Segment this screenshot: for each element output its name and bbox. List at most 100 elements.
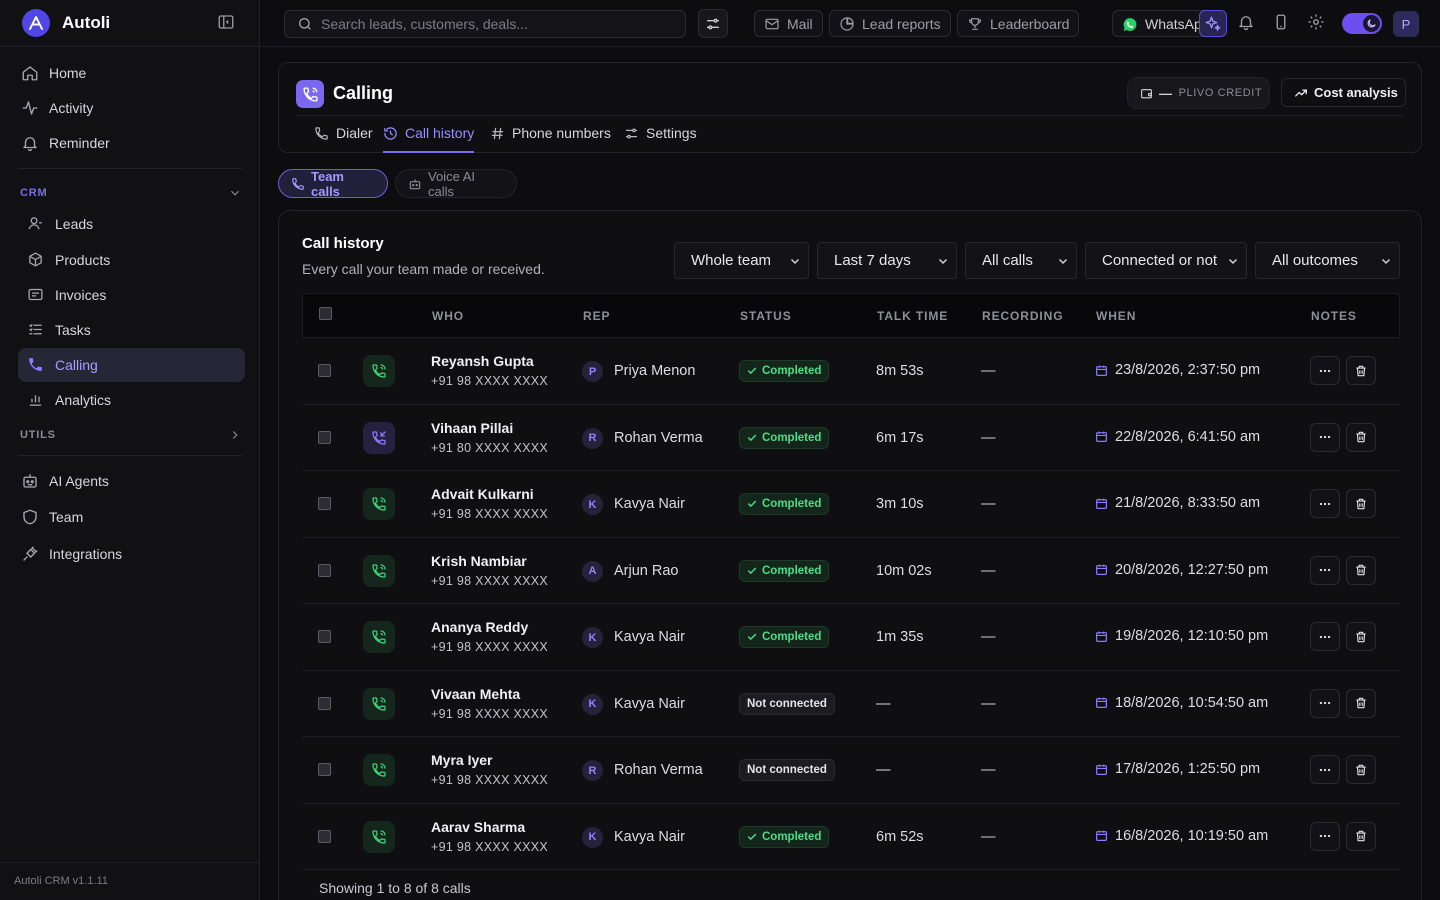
column-header-rep[interactable]: REP <box>583 309 610 323</box>
trophy-icon <box>967 16 983 32</box>
table-row[interactable]: Vihaan Pillai +91 80 XXXX XXXX R Rohan V… <box>302 405 1400 471</box>
sidebar-item-leads[interactable]: Leads <box>18 207 245 241</box>
column-header-notes[interactable]: NOTES <box>1311 309 1357 323</box>
column-header-who[interactable]: WHO <box>432 309 464 323</box>
filter-button[interactable] <box>698 9 728 38</box>
sidebar-collapse-icon[interactable] <box>217 13 237 33</box>
sidebar-item-label: Team <box>49 509 84 525</box>
sidebar-item-reminder[interactable]: Reminder <box>18 126 245 160</box>
search-input[interactable] <box>321 16 681 32</box>
row-checkbox[interactable] <box>318 563 331 577</box>
theme-toggle[interactable] <box>1342 13 1382 34</box>
mobile-device-icon[interactable] <box>1272 13 1292 33</box>
row-checkbox[interactable] <box>318 829 331 843</box>
filter-outcome-select[interactable]: All outcomes <box>1255 242 1400 279</box>
contact-name[interactable]: Aarav Sharma <box>431 819 525 835</box>
table-row[interactable]: Advait Kulkarni +91 98 XXXX XXXX K Kavya… <box>302 471 1400 538</box>
more-options-button[interactable] <box>1310 555 1340 585</box>
chevron-down-icon <box>228 186 242 200</box>
tab-phone-numbers[interactable]: Phone numbers <box>490 125 611 153</box>
status-text: Completed <box>762 498 822 510</box>
talk-time: 8m 53s <box>876 363 924 379</box>
search-box[interactable] <box>284 10 686 38</box>
more-options-button[interactable] <box>1310 422 1340 452</box>
contact-name[interactable]: Vivaan Mehta <box>431 686 520 702</box>
sidebar-item-products[interactable]: Products <box>18 243 245 277</box>
table-row[interactable]: Vivaan Mehta +91 98 XXXX XXXX K Kavya Na… <box>302 671 1400 737</box>
filter-connection-select[interactable]: Connected or not <box>1085 242 1247 279</box>
more-options-button[interactable] <box>1310 821 1340 851</box>
delete-button[interactable] <box>1346 755 1376 784</box>
table-row[interactable]: Krish Nambiar +91 98 XXXX XXXX A Arjun R… <box>302 538 1400 604</box>
mail-button[interactable]: Mail <box>754 10 823 37</box>
calendar-icon <box>1095 630 1108 643</box>
filter-date-range-select[interactable]: Last 7 days <box>817 242 957 279</box>
delete-button[interactable] <box>1346 555 1376 585</box>
sidebar-section-utils[interactable]: UTILS <box>20 428 242 442</box>
contact-name[interactable]: Advait Kulkarni <box>431 486 534 502</box>
sidebar-item-integrations[interactable]: Integrations <box>18 537 245 571</box>
column-header-status[interactable]: STATUS <box>740 309 792 323</box>
more-options-button[interactable] <box>1310 622 1340 651</box>
subtab-label: Team calls <box>311 168 344 199</box>
ai-assistant-button[interactable] <box>1199 10 1227 37</box>
talk-time: 6m 17s <box>876 429 924 446</box>
delete-button[interactable] <box>1346 356 1376 385</box>
delete-button[interactable] <box>1346 622 1376 651</box>
select-all-checkbox[interactable] <box>319 307 332 320</box>
cost-analysis-button[interactable]: Cost analysis <box>1281 78 1406 107</box>
delete-button[interactable] <box>1346 821 1376 851</box>
delete-button[interactable] <box>1346 489 1376 518</box>
contact-name[interactable]: Ananya Reddy <box>431 619 528 635</box>
outgoing-call-icon <box>363 754 395 786</box>
column-header-talk-time[interactable]: TALK TIME <box>877 309 948 323</box>
contact-name[interactable]: Reyansh Gupta <box>431 353 534 369</box>
tab-dialer[interactable]: Dialer <box>314 125 373 153</box>
tab-settings[interactable]: Settings <box>624 125 697 153</box>
sidebar-item-activity[interactable]: Activity <box>18 91 245 125</box>
sidebar-item-invoices[interactable]: Invoices <box>18 278 245 312</box>
user-avatar[interactable]: P <box>1393 11 1419 37</box>
table-row[interactable]: Reyansh Gupta +91 98 XXXX XXXX P Priya M… <box>302 338 1400 405</box>
column-header-recording[interactable]: RECORDING <box>982 309 1063 323</box>
row-checkbox[interactable] <box>318 696 331 710</box>
row-checkbox[interactable] <box>318 763 331 776</box>
sidebar-item-home[interactable]: Home <box>18 56 245 90</box>
contact-name[interactable]: Krish Nambiar <box>431 553 527 569</box>
tab-call-history[interactable]: Call history <box>383 125 475 153</box>
row-checkbox[interactable] <box>318 630 331 643</box>
contact-name[interactable]: Myra Iyer <box>431 752 492 768</box>
table-row[interactable]: Myra Iyer +91 98 XXXX XXXX R Rohan Verma… <box>302 737 1400 804</box>
more-options-button[interactable] <box>1310 755 1340 784</box>
delete-button[interactable] <box>1346 422 1376 452</box>
leaderboard-button[interactable]: Leaderboard <box>957 10 1080 37</box>
row-checkbox[interactable] <box>318 364 331 377</box>
sidebar-item-tasks[interactable]: Tasks <box>18 313 245 347</box>
delete-button[interactable] <box>1346 688 1376 718</box>
more-options-button[interactable] <box>1310 489 1340 518</box>
sidebar-item-calling[interactable]: Calling <box>18 348 245 382</box>
sidebar-item-team[interactable]: Team <box>18 500 245 534</box>
rep-avatar: R <box>582 427 603 449</box>
table-row[interactable]: Ananya Reddy +91 98 XXXX XXXX K Kavya Na… <box>302 604 1400 671</box>
lead-reports-button[interactable]: Lead reports <box>829 10 951 37</box>
home-icon <box>21 64 39 82</box>
column-header-when[interactable]: WHEN <box>1096 309 1136 323</box>
more-options-button[interactable] <box>1310 356 1340 385</box>
subtab-team-calls[interactable]: Team calls <box>278 168 388 199</box>
sidebar-item-analytics[interactable]: Analytics <box>18 383 245 417</box>
settings-gear-icon[interactable] <box>1307 13 1327 33</box>
subtab-voice-ai-calls[interactable]: Voice AI calls <box>395 169 517 199</box>
call-timestamp: 20/8/2026, 12:27:50 pm <box>1095 562 1268 578</box>
sidebar-section-crm[interactable]: CRM <box>20 186 242 200</box>
more-options-button[interactable] <box>1310 688 1340 718</box>
table-row[interactable]: Aarav Sharma +91 98 XXXX XXXX K Kavya Na… <box>302 804 1400 870</box>
notifications-bell-icon[interactable] <box>1237 13 1257 33</box>
rep-avatar: K <box>582 627 603 648</box>
row-checkbox[interactable] <box>318 430 331 444</box>
filter-call-type-select[interactable]: All calls <box>965 242 1077 279</box>
sidebar-item-ai-agents[interactable]: AI Agents <box>18 464 245 498</box>
filter-team-select[interactable]: Whole team <box>674 242 809 279</box>
row-checkbox[interactable] <box>318 497 331 510</box>
contact-name[interactable]: Vihaan Pillai <box>431 420 513 436</box>
